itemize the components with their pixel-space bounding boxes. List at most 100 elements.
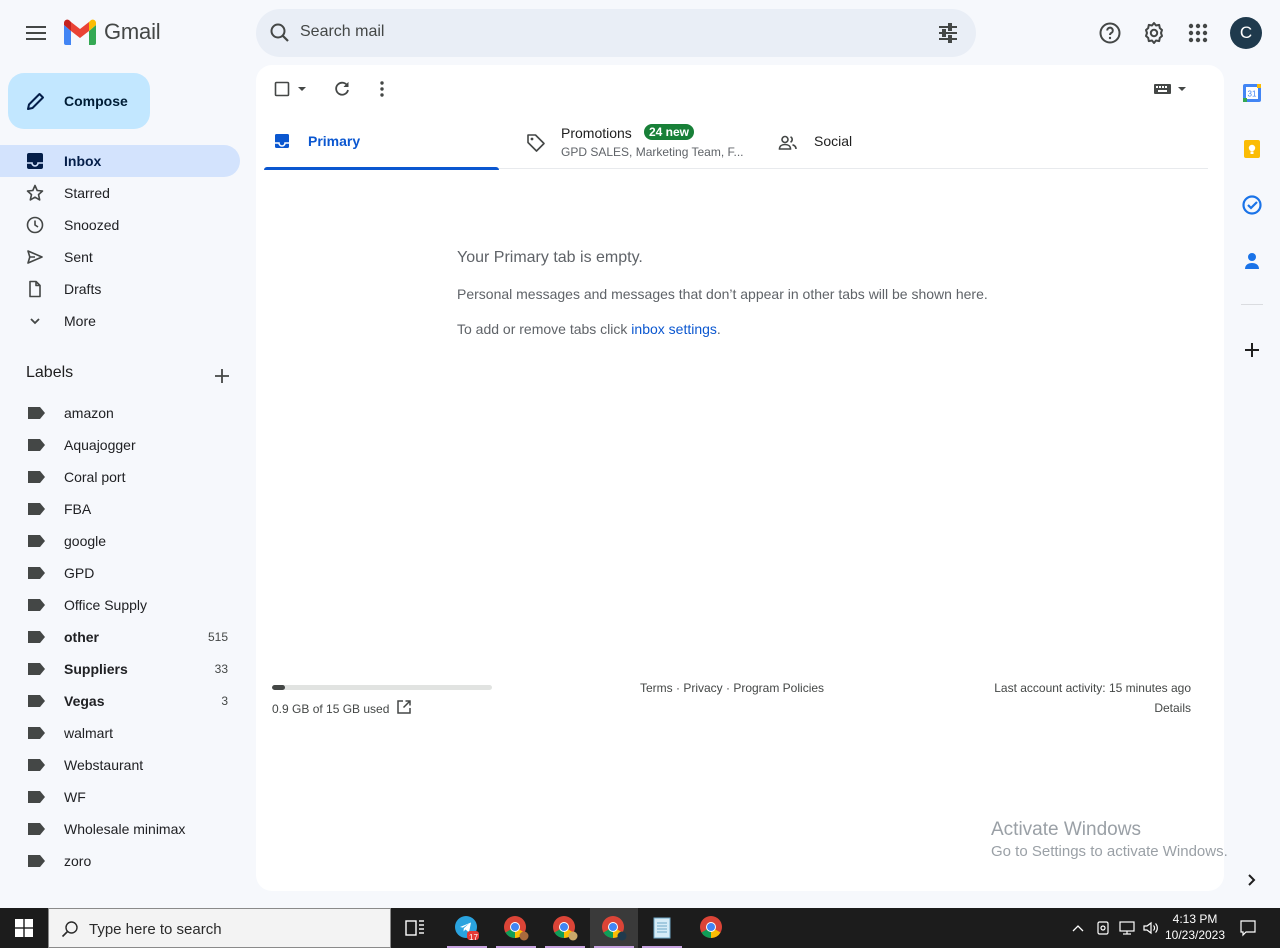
select-all-checkbox[interactable] [274,79,310,99]
refresh-icon [335,81,349,96]
label-item[interactable]: other 515 [0,621,240,653]
show-side-panel-button[interactable] [1242,870,1262,890]
label-item[interactable]: GPD [0,557,240,589]
label-unread-count: 515 [207,630,228,644]
label-item[interactable]: Office Supply [0,589,240,621]
tasks-app-button[interactable] [1238,191,1266,219]
label-name: GPD [64,565,95,581]
support-button[interactable] [1094,17,1126,49]
task-view-button[interactable] [391,908,439,948]
nav-label: More [64,313,96,329]
label-item[interactable]: Suppliers 33 [0,653,240,685]
taskbar-chrome-4[interactable] [688,908,736,948]
storage-usage-text: 0.9 GB of 15 GB used [272,702,390,716]
label-item[interactable]: zoro [0,845,240,877]
label-item[interactable]: Webstaurant [0,749,240,781]
compose-button[interactable]: Compose [8,73,150,129]
search-icon [61,920,79,938]
nav-item-snoozed[interactable]: Snoozed [0,209,240,241]
windows-taskbar: Type here to search 17 4:13 PM 10/23/202… [0,908,1280,948]
taskbar-chrome-3[interactable] [590,908,638,948]
manage-storage-link[interactable] [396,699,412,715]
nav-item-inbox[interactable]: Inbox [0,145,240,177]
chrome-icon [602,916,627,941]
nav-item-more[interactable]: More [0,305,240,337]
label-name: WF [64,789,86,805]
volume-tray[interactable] [1140,908,1162,948]
nav-label: Snoozed [64,217,120,233]
taskbar-chrome-1[interactable] [492,908,540,948]
notifications-button[interactable] [1234,908,1262,948]
google-apps-button[interactable] [1182,17,1214,49]
activation-watermark-text: Go to Settings to activate Windows. [991,843,1228,860]
keyboard-icon [1154,84,1186,94]
label-item[interactable]: walmart [0,717,240,749]
calendar-icon: 31 [1243,84,1261,102]
refresh-button[interactable] [332,79,352,99]
chevron-down-icon [26,312,44,330]
contacts-app-button[interactable] [1238,247,1266,275]
label-name: Suppliers [64,661,128,677]
more-vert-icon [380,81,384,97]
nav-item-sent[interactable]: Sent [0,241,240,273]
label-name: amazon [64,405,114,421]
label-name: Aquajogger [64,437,136,453]
search-input[interactable]: Search mail [300,23,384,41]
task-view-icon [405,920,424,936]
inbox-settings-link[interactable]: inbox settings [631,321,717,337]
tab-social[interactable]: Social [772,119,972,169]
get-addons-button[interactable] [1238,336,1266,364]
label-item[interactable]: Aquajogger [0,429,240,461]
network-tray[interactable] [1116,908,1138,948]
send-icon [26,248,44,266]
label-item[interactable]: Vegas 3 [0,685,240,717]
keep-app-button[interactable] [1238,135,1266,163]
more-actions-button[interactable] [372,79,392,99]
nav-item-starred[interactable]: Starred [0,177,240,209]
main-menu-button[interactable] [20,17,52,49]
taskbar-clock[interactable]: 4:13 PM 10/23/2023 [1160,911,1230,943]
tab-promotions[interactable]: Promotions 24 new GPD SALES, Marketing T… [518,119,758,169]
search-icon[interactable] [268,21,292,45]
calendar-app-button[interactable]: 31 [1238,79,1266,107]
label-name: google [64,533,107,549]
tag-icon [526,133,546,153]
app-name: Gmail [104,19,161,44]
tab-primary[interactable]: Primary [264,119,499,170]
taskbar-search-input[interactable]: Type here to search [89,921,222,938]
label-item[interactable]: Coral port [0,461,240,493]
inbox-icon [26,152,44,170]
taskbar-search[interactable]: Type here to search [48,908,391,948]
label-item[interactable]: Wholesale minimax [0,813,240,845]
gmail-logo[interactable]: Gmail [64,19,161,45]
telegram-unread-badge: 17 [469,933,478,942]
meet-now-tray[interactable] [1092,908,1114,948]
taskbar-telegram[interactable]: 17 [443,908,491,948]
nav-item-drafts[interactable]: Drafts [0,273,240,305]
footer-links[interactable]: Terms · Privacy · Program Policies [640,681,824,695]
speaker-icon [1143,921,1158,935]
label-item[interactable]: google [0,525,240,557]
label-name: Office Supply [64,597,148,613]
label-icon [28,503,45,515]
label-item[interactable]: WF [0,781,240,813]
input-tools-button[interactable] [1152,79,1188,99]
settings-button[interactable] [1138,17,1170,49]
search-options-icon[interactable] [936,21,960,45]
start-button[interactable] [0,908,48,948]
taskbar-chrome-2[interactable] [541,908,589,948]
device-icon [1097,921,1109,935]
label-item[interactable]: amazon [0,397,240,429]
tab-label: Primary [308,133,361,149]
plus-icon [1245,343,1259,357]
label-item[interactable]: FBA [0,493,240,525]
account-avatar[interactable]: C [1230,17,1262,49]
draft-icon [26,280,44,298]
show-hidden-icons[interactable] [1068,908,1088,948]
label-icon [28,855,45,867]
taskbar-notepad[interactable] [638,908,686,948]
search-bar[interactable]: Search mail [256,9,976,57]
help-icon [1099,22,1121,44]
create-label-button[interactable] [210,364,234,388]
activity-details-link[interactable]: Details [1154,701,1191,715]
